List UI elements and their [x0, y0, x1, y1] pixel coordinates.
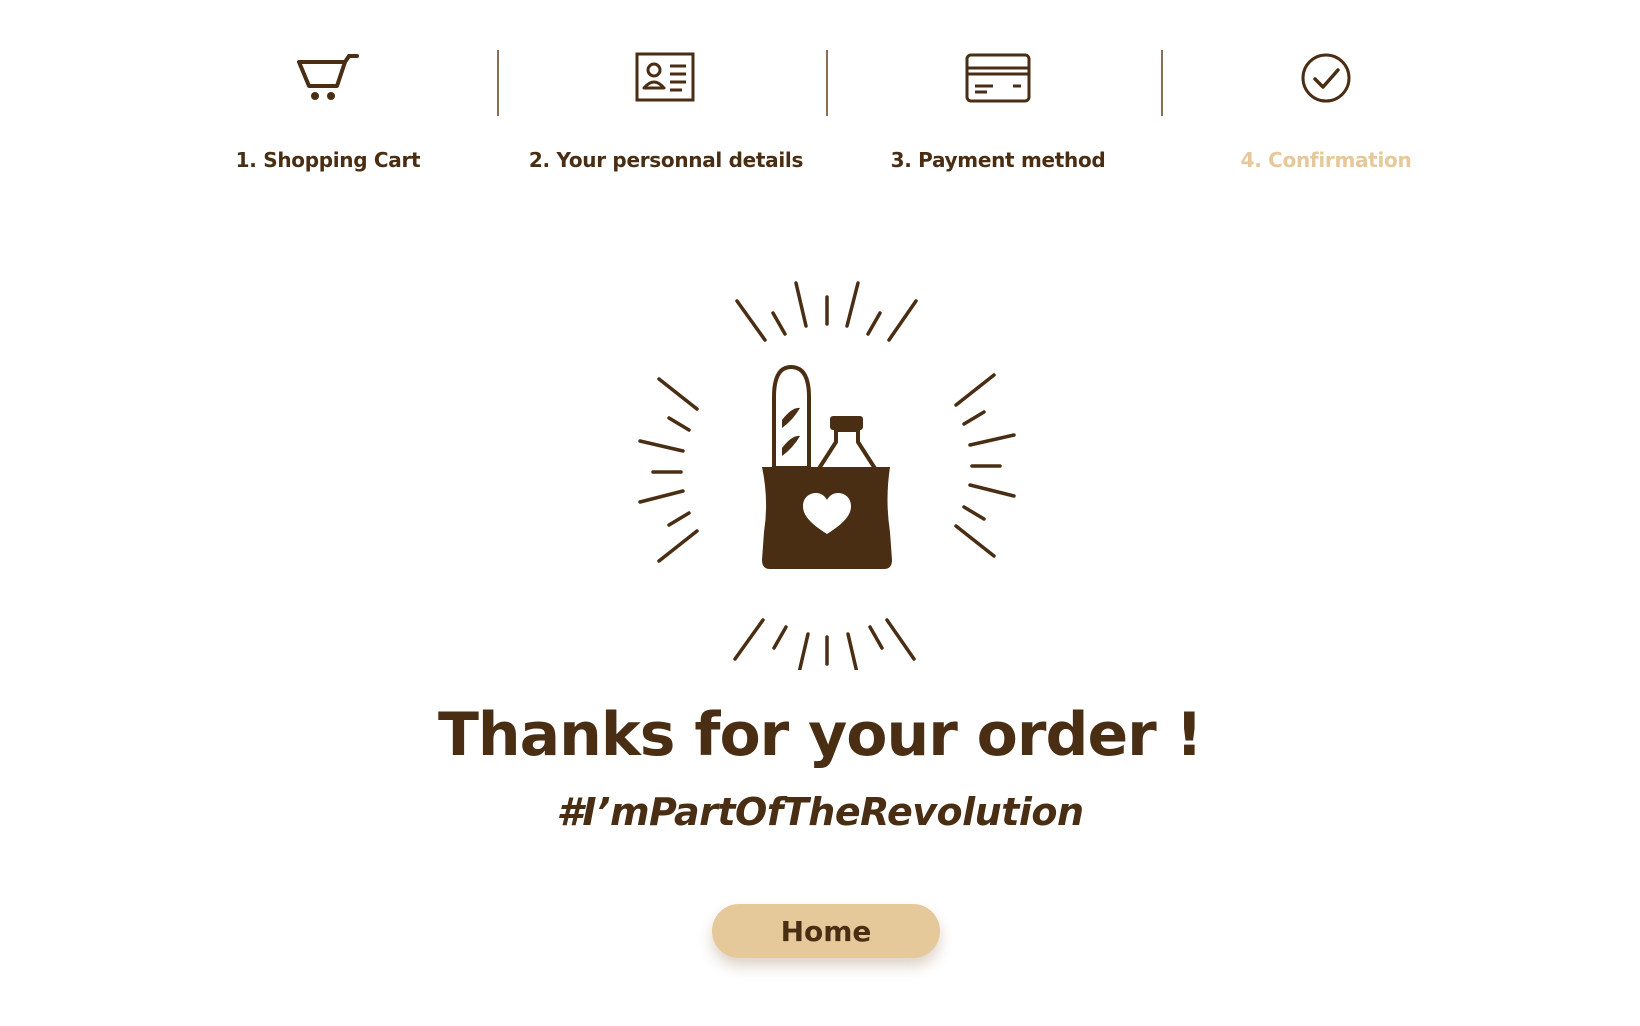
check-circle-icon	[1301, 53, 1351, 103]
step-label: 3. Payment method	[890, 148, 1106, 172]
step-label: 1. Shopping Cart	[235, 148, 421, 172]
confirmation-title: Thanks for your order !	[438, 700, 1203, 770]
step-confirmation[interactable]: 4. Confirmation	[1166, 48, 1486, 172]
step-label: 4. Confirmation	[1240, 148, 1412, 172]
step-divider	[497, 50, 499, 116]
step-payment-method[interactable]: 3. Payment method	[838, 48, 1158, 172]
step-divider	[1161, 50, 1163, 116]
step-label: 2. Your personnal details	[528, 148, 804, 172]
step-personal-details[interactable]: 2. Your personnal details	[506, 48, 826, 172]
shopping-cart-icon	[297, 54, 359, 100]
checkout-progress: 1. Shopping Cart 2. Your personnal detai…	[0, 0, 1640, 200]
step-divider	[826, 50, 828, 116]
credit-card-icon	[965, 53, 1031, 103]
step-shopping-cart[interactable]: 1. Shopping Cart	[168, 48, 488, 172]
grocery-bag-heart-icon	[638, 281, 1016, 670]
confirmation-hashtag: #I’mPartOfTheRevolution	[556, 790, 1084, 834]
id-card-icon	[635, 52, 695, 102]
home-button[interactable]: Home	[712, 904, 940, 958]
